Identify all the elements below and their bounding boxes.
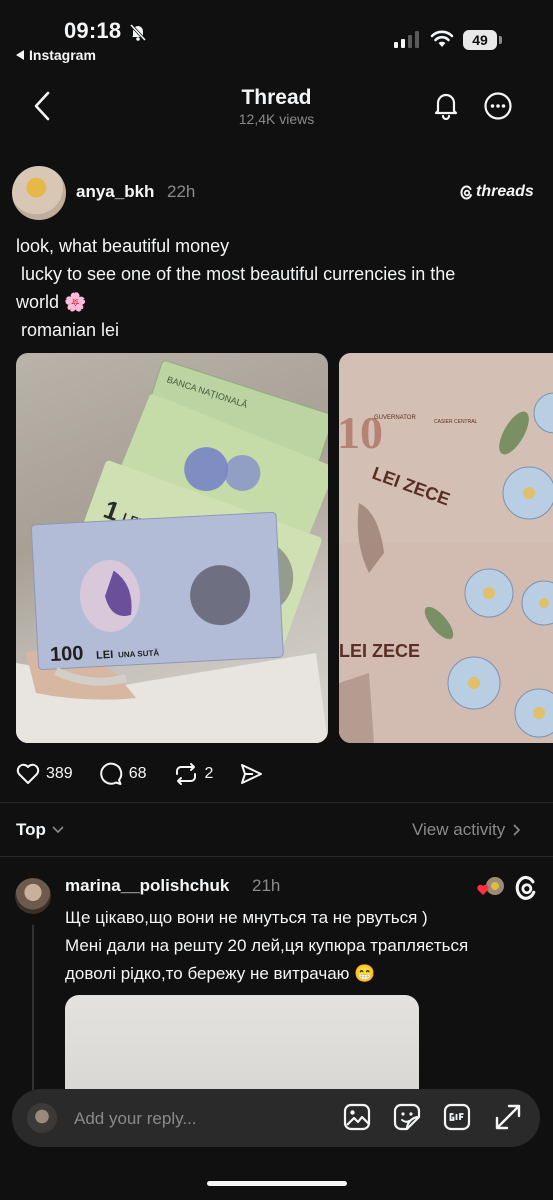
post-body: look, what beautiful money lucky to see … — [16, 232, 536, 344]
threads-icon[interactable] — [513, 873, 539, 901]
share-button[interactable] — [239, 763, 263, 785]
repost-count: 2 — [204, 765, 214, 782]
like-count: 389 — [46, 765, 73, 782]
gif-icon — [443, 1103, 471, 1131]
repost-icon — [175, 763, 196, 785]
threads-wordmark: threads — [476, 183, 534, 200]
notification-button[interactable] — [431, 90, 461, 120]
back-app-label: Instagram — [29, 47, 96, 63]
send-icon — [241, 764, 263, 784]
wifi-icon — [430, 30, 454, 48]
post-username[interactable]: anya_bkh — [76, 182, 154, 202]
post-timestamp: 22h — [167, 182, 196, 201]
threads-icon — [460, 185, 472, 200]
avatar[interactable] — [12, 166, 66, 220]
gallery-button[interactable] — [342, 1102, 372, 1132]
thread-line — [32, 925, 34, 1090]
more-icon — [484, 92, 512, 120]
post-text-line: lucky to see one of the most beautiful c… — [16, 264, 456, 284]
comment-button[interactable]: 68 — [99, 762, 147, 786]
status-time: 09:18 — [64, 18, 122, 43]
reply-input[interactable] — [72, 1106, 326, 1132]
note-100-unit: LEI — [96, 649, 114, 662]
bell-off-icon — [128, 22, 148, 42]
post-actions: 389 68 2 — [16, 762, 289, 786]
post-image-banknotes-hand[interactable]: BANCA NAȚIONALĂ 1 LEU 100 LEI UNA SUTĂ — [16, 353, 328, 743]
view-activity-label: View activity — [412, 820, 506, 839]
reply-body: Ще цікаво,що вони не мнуться та не рвуть… — [65, 904, 535, 988]
home-indicator — [207, 1181, 347, 1186]
like-button[interactable]: 389 — [16, 763, 73, 785]
triangle-left-icon — [16, 50, 25, 60]
avatar[interactable] — [15, 878, 51, 914]
sort-label: Top — [16, 820, 46, 839]
reply-text-line: Ще цікаво,що вони не мнуться та не рвуть… — [65, 908, 428, 927]
image-icon — [343, 1103, 371, 1131]
page-title: Thread — [241, 86, 312, 109]
battery-tip — [499, 36, 502, 44]
cellular-signal-icon — [394, 31, 419, 48]
more-options-button[interactable] — [484, 92, 512, 120]
note-100-value: 100 — [49, 642, 83, 666]
reply-text-line: Мені дали на решту 20 лей,ця купюра трап… — [65, 936, 469, 955]
chevron-right-icon — [513, 824, 521, 836]
battery-indicator: 49 — [463, 30, 497, 50]
reply-username[interactable]: marina__polishchuk — [65, 876, 229, 896]
view-count: 12,4K views — [238, 111, 315, 127]
bell-icon — [434, 93, 458, 120]
note-label-casier: CASIER CENTRAL — [434, 419, 478, 425]
gif-button[interactable] — [442, 1102, 472, 1132]
comment-count: 68 — [128, 765, 147, 782]
post-text-line: romanian lei — [16, 320, 120, 340]
post-image-10-lei[interactable]: 10 LEI ZECE LEI ZECE GUVERNATOR CASIER C… — [339, 353, 553, 743]
chevron-down-icon — [52, 826, 64, 834]
sticker-button[interactable] — [392, 1102, 422, 1132]
expand-icon — [495, 1104, 521, 1130]
reply-text-line: доволі рідко,то бережу не витрачаю 😁 — [65, 964, 376, 983]
note-label-guvernator: GUVERNATOR — [374, 415, 416, 421]
author-liked-icon — [476, 875, 506, 899]
divider — [0, 856, 553, 857]
divider — [0, 802, 553, 803]
threads-logo[interactable]: threads — [459, 183, 534, 201]
heart-icon — [16, 763, 40, 784]
reply-timestamp: 21h — [252, 876, 281, 895]
view-activity-link[interactable]: View activity — [412, 820, 521, 840]
sort-dropdown[interactable]: Top — [16, 820, 64, 840]
avatar — [27, 1103, 57, 1133]
post-text-line: look, what beautiful money — [16, 236, 230, 256]
comment-icon — [99, 762, 122, 785]
post-text-line: world 🌸 — [16, 292, 87, 312]
sticker-icon — [393, 1103, 421, 1131]
note-10-text-2: LEI ZECE — [339, 641, 420, 661]
back-to-app-link[interactable]: Instagram — [16, 47, 96, 63]
repost-button[interactable]: 2 — [173, 762, 214, 786]
expand-composer-button[interactable] — [493, 1102, 523, 1132]
